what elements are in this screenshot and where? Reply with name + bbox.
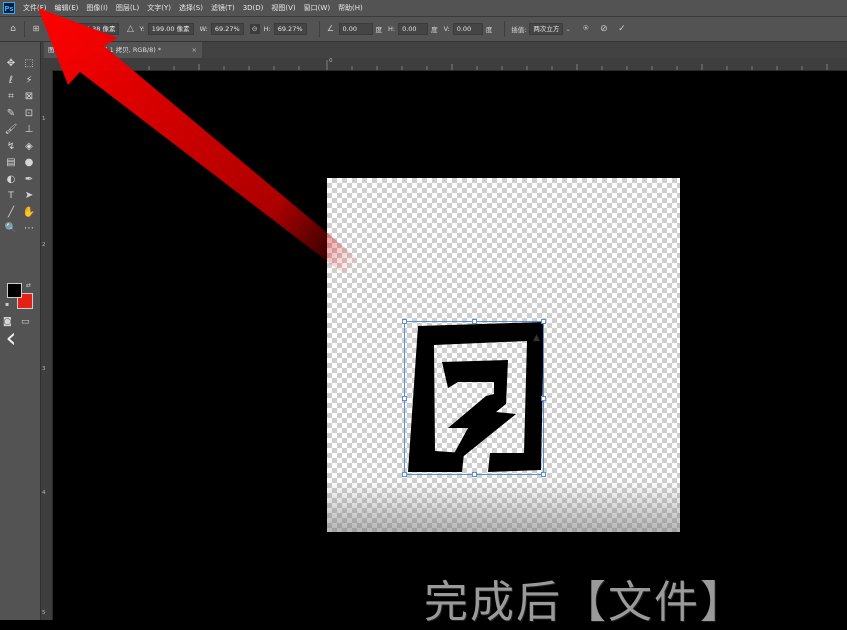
transform-handle[interactable] bbox=[402, 319, 407, 324]
document-tab[interactable]: 图.png @ 1... (图层 1 拷贝, RGB/8) * × bbox=[44, 42, 202, 58]
lasso-tool-icon[interactable]: ℓ bbox=[2, 73, 20, 90]
eyedropper-tool-icon[interactable]: ✎ bbox=[2, 106, 20, 123]
default-colors-icon[interactable]: ▪ bbox=[5, 301, 9, 308]
y-label: Y: bbox=[139, 25, 145, 33]
clone-stamp-icon[interactable]: ⊥ bbox=[20, 122, 38, 139]
transform-handle[interactable] bbox=[402, 472, 407, 477]
vskew-label: V: bbox=[443, 25, 450, 33]
canvas-fade-overlay bbox=[327, 480, 680, 532]
divider bbox=[318, 21, 320, 37]
cancel-transform-icon[interactable]: ⊘ bbox=[599, 24, 609, 34]
healing-brush-icon[interactable]: ⊡ bbox=[20, 106, 38, 123]
width-input[interactable]: 69.27% bbox=[210, 23, 244, 35]
gradient-tool-icon[interactable]: ▤ bbox=[2, 155, 20, 172]
path-selection-icon[interactable]: ➤ bbox=[20, 188, 38, 205]
pen-tool-icon[interactable]: ✒ bbox=[20, 172, 38, 189]
history-brush-icon[interactable]: ↯ bbox=[2, 139, 20, 156]
dodge-tool-icon[interactable]: ◐ bbox=[2, 172, 20, 189]
close-icon[interactable]: × bbox=[192, 42, 197, 58]
angle-input[interactable]: 0.00 bbox=[338, 23, 373, 35]
options-bar: ⌂ ⊞ X: 134.38 像素 △ Y: 199.00 像素 W: 69.27… bbox=[0, 17, 847, 42]
eraser-tool-icon[interactable]: ◈ bbox=[20, 139, 38, 156]
vertical-ruler-label: 3 bbox=[42, 366, 46, 372]
vskew-input[interactable]: 0.00 bbox=[452, 23, 483, 35]
marquee-tool-icon[interactable]: ⬚ bbox=[20, 56, 38, 73]
vertical-ruler-label: 2 bbox=[42, 242, 46, 248]
menu-edit[interactable]: 编辑(E) bbox=[55, 3, 79, 13]
horizontal-ruler-ticks bbox=[73, 60, 828, 70]
photoshop-logo-icon[interactable]: Ps bbox=[3, 2, 15, 14]
height-input[interactable]: 69.27% bbox=[273, 23, 307, 35]
move-tool-icon[interactable]: ✥ bbox=[2, 56, 20, 73]
w-label: W: bbox=[199, 25, 208, 33]
chevron-down-icon[interactable]: ⌄ bbox=[565, 25, 570, 33]
delta-icon[interactable]: △ bbox=[125, 24, 135, 34]
vertical-ruler-label: 1 bbox=[42, 116, 46, 122]
y-input[interactable]: 199.00 像素 bbox=[147, 23, 194, 35]
menu-type[interactable]: 文字(Y) bbox=[147, 3, 171, 13]
hskew-input[interactable]: 0.00 bbox=[398, 23, 429, 35]
x-label: X: bbox=[64, 25, 71, 33]
swap-colors-icon[interactable]: ⇄ bbox=[26, 282, 31, 289]
transform-handle[interactable] bbox=[541, 319, 546, 324]
hskew-label: H: bbox=[388, 25, 396, 33]
transform-handle[interactable] bbox=[541, 472, 546, 477]
frame-tool-icon[interactable]: ⊠ bbox=[20, 89, 38, 106]
interpolation-label: 插值: bbox=[511, 26, 527, 34]
link-icon[interactable]: ⊝ bbox=[249, 24, 260, 34]
transform-handle[interactable] bbox=[402, 396, 407, 401]
home-icon[interactable]: ⌂ bbox=[8, 24, 18, 34]
document-tab-bar: 图.png @ 1... (图层 1 拷贝, RGB/8) * × bbox=[40, 42, 847, 58]
x-input[interactable]: 134.38 像素 bbox=[73, 23, 120, 35]
menu-select[interactable]: 选择(S) bbox=[179, 3, 203, 13]
vertical-ruler-label: 4 bbox=[42, 490, 46, 496]
divider bbox=[24, 21, 25, 37]
document-tab-title: 图.png @ 1... (图层 1 拷贝, RGB/8) * bbox=[48, 46, 162, 54]
hskew-unit: 度 bbox=[431, 26, 438, 34]
free-transform-bounding-box[interactable] bbox=[402, 319, 546, 477]
divider bbox=[57, 21, 58, 37]
transform-handle[interactable] bbox=[541, 396, 546, 401]
zoom-tool-icon[interactable]: 🔍 bbox=[2, 221, 20, 238]
tutorial-caption: 完成后【文件】 bbox=[424, 577, 746, 628]
crop-tool-icon[interactable]: ⌗ bbox=[2, 89, 20, 106]
interpolation-select[interactable]: 两次立方 bbox=[529, 23, 564, 35]
menu-layer[interactable]: 图层(L) bbox=[116, 3, 139, 13]
transform-handle[interactable] bbox=[472, 472, 477, 477]
angle-unit: 度 bbox=[375, 26, 383, 34]
vertical-ruler[interactable]: 1 2 3 4 5 bbox=[40, 70, 53, 620]
menu-3d[interactable]: 3D(D) bbox=[243, 4, 264, 12]
transform-handle[interactable] bbox=[472, 319, 477, 324]
brush-tool-icon[interactable]: 🖌 bbox=[2, 122, 20, 139]
magic-wand-tool-icon[interactable]: ⚡ bbox=[20, 73, 38, 90]
menu-filter[interactable]: 滤镜(T) bbox=[211, 3, 235, 13]
menu-view[interactable]: 视图(V) bbox=[271, 3, 295, 13]
chevron-left-icon[interactable]: ‹ bbox=[0, 322, 22, 356]
rotate-angle-icon: ∠ bbox=[326, 24, 335, 33]
reference-point-icon[interactable]: ⊞ bbox=[31, 24, 41, 34]
menu-bar: Ps 文件(F) 编辑(E) 图像(I) 图层(L) 文字(Y) 选择(S) 滤… bbox=[0, 0, 847, 17]
type-tool-icon[interactable]: T bbox=[2, 188, 20, 205]
mouse-cursor-icon: ▲ bbox=[533, 333, 540, 343]
foreground-color-swatch[interactable] bbox=[7, 283, 22, 298]
screen-mode-icon[interactable]: ▭ bbox=[21, 314, 30, 330]
more-tools-icon[interactable]: ⋯ bbox=[20, 221, 38, 238]
warp-mode-icon[interactable]: ⍟ bbox=[581, 24, 591, 34]
vskew-unit: 度 bbox=[485, 26, 493, 34]
h-label: H: bbox=[263, 25, 271, 33]
menu-help[interactable]: 帮助(H) bbox=[338, 3, 363, 13]
horizontal-ruler-label: 0 bbox=[329, 58, 333, 64]
hand-tool-icon[interactable]: ✋ bbox=[20, 205, 38, 222]
blur-tool-icon[interactable]: ● bbox=[20, 155, 38, 172]
vertical-ruler-label: 5 bbox=[42, 610, 46, 616]
menu-window[interactable]: 窗口(W) bbox=[304, 3, 330, 13]
commit-transform-icon[interactable]: ✓ bbox=[617, 24, 627, 34]
menu-image[interactable]: 图像(I) bbox=[86, 3, 108, 13]
menu-file[interactable]: 文件(F) bbox=[23, 3, 47, 13]
horizontal-ruler[interactable]: 0 bbox=[52, 58, 847, 71]
ruler-corner bbox=[40, 58, 52, 70]
line-tool-icon[interactable]: ╱ bbox=[2, 205, 20, 222]
divider bbox=[504, 21, 506, 37]
